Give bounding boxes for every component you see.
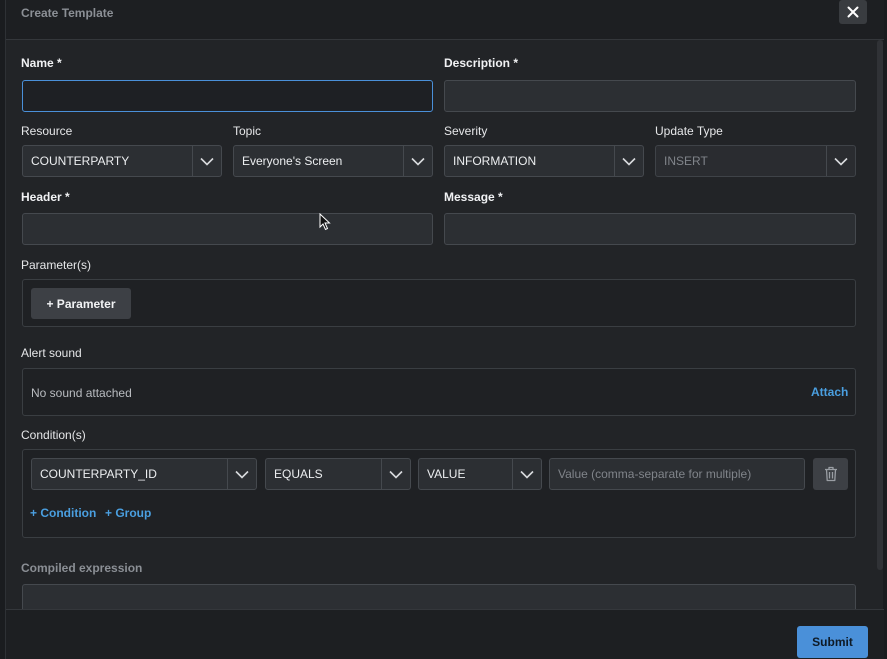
message-label: Message * (444, 190, 503, 204)
chevron-down-icon (403, 146, 432, 176)
alert-sound-panel: No sound attached Attach (22, 368, 856, 416)
scroll-thumb[interactable] (877, 40, 883, 570)
add-group-link[interactable]: + Group (105, 506, 151, 520)
resource-label: Resource (21, 124, 73, 138)
dialog-body[interactable]: Name * Description * Resource Topic Seve… (6, 40, 884, 609)
header-input[interactable] (22, 213, 433, 245)
condition-value-input[interactable]: Value (comma-separate for multiple) (549, 458, 805, 490)
chevron-down-icon (227, 459, 256, 489)
sound-status: No sound attached (31, 386, 132, 400)
update-type-select[interactable]: INSERT (655, 145, 856, 177)
attach-link[interactable]: Attach (811, 385, 848, 399)
description-input[interactable] (444, 80, 856, 112)
conditions-panel: COUNTERPARTY_ID EQUALS VALUE Value (comm… (22, 449, 856, 538)
name-input[interactable] (22, 80, 433, 112)
chevron-down-icon (512, 459, 541, 489)
condition-field-value: COUNTERPARTY_ID (40, 467, 157, 481)
dialog-titlebar: Create Template (6, 0, 884, 40)
add-condition-link[interactable]: + Condition (30, 506, 96, 520)
close-button[interactable] (839, 0, 867, 24)
create-template-dialog: Create Template Name * Description * Res… (5, 0, 884, 659)
trash-icon (824, 466, 837, 482)
condition-type-select[interactable]: VALUE (418, 458, 542, 490)
topic-select[interactable]: Everyone's Screen (233, 145, 433, 177)
submit-button[interactable]: Submit (797, 626, 868, 658)
mouse-cursor-icon (319, 213, 331, 231)
dialog-scrollbar[interactable] (876, 40, 884, 609)
parameters-panel: + Parameter (22, 279, 856, 327)
resource-select[interactable]: COUNTERPARTY (22, 145, 222, 177)
compiled-expression-label: Compiled expression (21, 561, 143, 575)
chevron-down-icon (614, 146, 643, 176)
condition-value-placeholder: Value (comma-separate for multiple) (558, 467, 752, 481)
chevron-down-icon (192, 146, 221, 176)
add-parameter-button[interactable]: + Parameter (31, 288, 131, 319)
header-label: Header * (21, 190, 70, 204)
severity-select-value: INFORMATION (453, 154, 537, 168)
alert-sound-label: Alert sound (21, 346, 82, 360)
topic-select-value: Everyone's Screen (242, 154, 343, 168)
description-label: Description * (444, 56, 519, 70)
condition-field-select[interactable]: COUNTERPARTY_ID (31, 458, 257, 490)
delete-condition-button[interactable] (813, 458, 848, 490)
resource-select-value: COUNTERPARTY (31, 154, 130, 168)
dialog-title: Create Template (21, 6, 114, 20)
severity-select[interactable]: INFORMATION (444, 145, 644, 177)
close-icon (847, 6, 859, 18)
message-input[interactable] (444, 213, 856, 245)
chevron-down-icon (826, 146, 855, 176)
severity-label: Severity (444, 124, 488, 138)
update-type-label: Update Type (655, 124, 723, 138)
compiled-expression-field (22, 584, 856, 609)
parameters-label: Parameter(s) (21, 258, 92, 272)
conditions-label: Condition(s) (21, 428, 86, 442)
topic-label: Topic (233, 124, 262, 138)
chevron-down-icon (381, 459, 410, 489)
update-type-select-value: INSERT (664, 154, 708, 168)
condition-operator-value: EQUALS (274, 467, 323, 481)
condition-operator-select[interactable]: EQUALS (265, 458, 411, 490)
dialog-footer: Submit (6, 609, 884, 659)
condition-type-value: VALUE (427, 467, 466, 481)
name-label: Name * (21, 56, 62, 70)
